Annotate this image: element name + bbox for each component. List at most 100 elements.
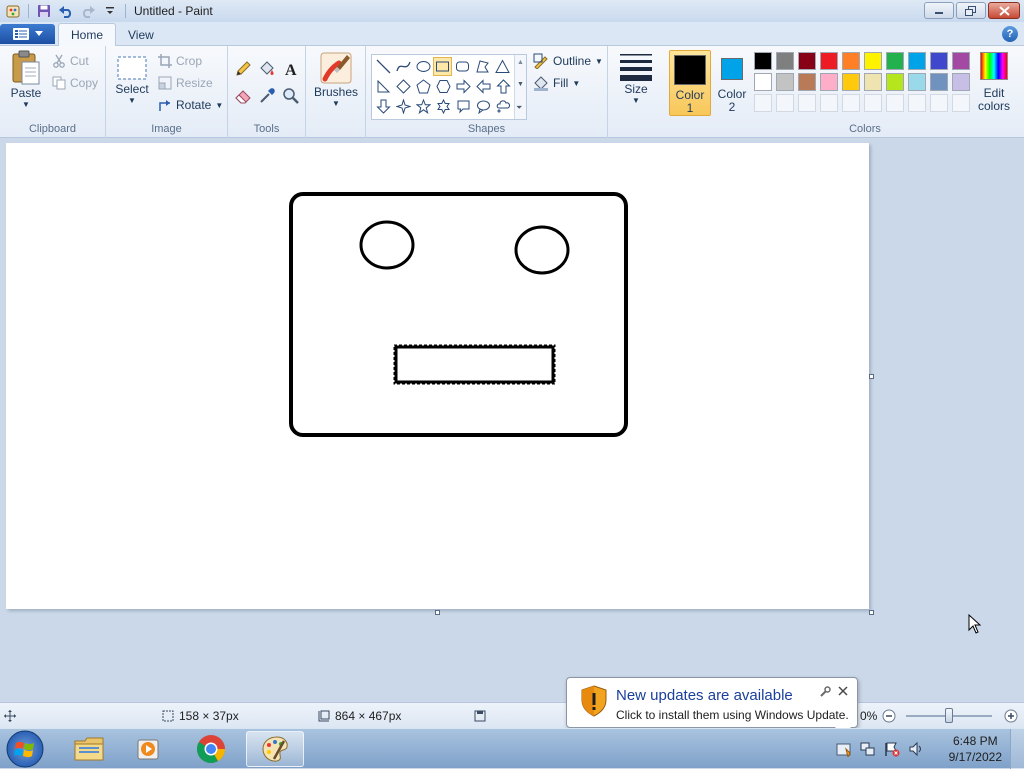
- four-point-star-shape-icon[interactable]: [394, 97, 413, 116]
- shapes-scrollbar[interactable]: ▲ ▼ ⏷: [514, 55, 526, 119]
- outline-button[interactable]: Outline ▼: [533, 52, 603, 70]
- color-swatch[interactable]: [842, 52, 860, 70]
- magnifier-icon[interactable]: [281, 86, 301, 106]
- color-swatch[interactable]: [908, 73, 926, 91]
- customize-toolbar-icon[interactable]: [101, 2, 119, 20]
- scroll-down-icon[interactable]: ▼: [517, 81, 524, 88]
- triangle-shape-icon[interactable]: [493, 57, 512, 76]
- oval-shape-icon[interactable]: [414, 57, 433, 76]
- rounded-rectangle-shape-icon[interactable]: [453, 57, 472, 76]
- close-button[interactable]: [988, 2, 1020, 19]
- network-icon[interactable]: [860, 741, 876, 757]
- color-swatch[interactable]: [798, 52, 816, 70]
- resize-handle-corner[interactable]: [869, 610, 874, 615]
- start-button[interactable]: [3, 730, 47, 768]
- pencil-icon[interactable]: [233, 59, 253, 79]
- taskbar-media-player[interactable]: [120, 731, 178, 767]
- help-icon[interactable]: ?: [1002, 26, 1018, 42]
- minimize-button[interactable]: [924, 2, 954, 19]
- taskbar-paint[interactable]: [246, 731, 304, 767]
- canvas-workspace[interactable]: [0, 139, 1024, 702]
- resize-handle-right[interactable]: [869, 374, 874, 379]
- oval-callout-shape-icon[interactable]: [474, 97, 493, 116]
- custom-color-slot[interactable]: [798, 94, 816, 112]
- cut-button[interactable]: Cut: [52, 52, 89, 70]
- custom-color-slot[interactable]: [754, 94, 772, 112]
- redo-icon[interactable]: [79, 2, 97, 20]
- paste-button[interactable]: Paste ▼: [6, 50, 46, 109]
- fill-button[interactable]: Fill ▼: [533, 74, 580, 92]
- color-swatch[interactable]: [820, 52, 838, 70]
- color-swatch[interactable]: [798, 73, 816, 91]
- selection-marquee[interactable]: [393, 344, 556, 385]
- color-swatch[interactable]: [864, 52, 882, 70]
- custom-color-slot[interactable]: [864, 94, 882, 112]
- color-swatch[interactable]: [776, 73, 794, 91]
- color-swatch[interactable]: [864, 73, 882, 91]
- tab-home[interactable]: Home: [58, 23, 117, 46]
- right-triangle-shape-icon[interactable]: [374, 77, 393, 96]
- resize-button[interactable]: Resize: [158, 74, 213, 92]
- scroll-up-icon[interactable]: ▲: [517, 59, 524, 66]
- copy-button[interactable]: Copy: [52, 74, 98, 92]
- color-swatch[interactable]: [754, 73, 772, 91]
- custom-color-slot[interactable]: [776, 94, 794, 112]
- hexagon-shape-icon[interactable]: [434, 77, 453, 96]
- color-swatch[interactable]: [842, 73, 860, 91]
- right-arrow-shape-icon[interactable]: [454, 77, 473, 96]
- taskbar-chrome[interactable]: [182, 731, 240, 767]
- action-center-icon[interactable]: [884, 741, 900, 757]
- resize-handle-bottom[interactable]: [435, 610, 440, 615]
- five-point-star-shape-icon[interactable]: [414, 97, 433, 116]
- select-button[interactable]: Select ▼: [112, 54, 152, 105]
- left-arrow-shape-icon[interactable]: [474, 77, 493, 96]
- color-swatch[interactable]: [776, 52, 794, 70]
- show-desktop-button[interactable]: [1010, 729, 1024, 769]
- eraser-icon[interactable]: [233, 86, 253, 106]
- custom-color-slot[interactable]: [842, 94, 860, 112]
- zoom-in-button[interactable]: [1004, 707, 1018, 725]
- taskbar-explorer[interactable]: [60, 731, 118, 767]
- custom-color-slot[interactable]: [908, 94, 926, 112]
- color-picker-icon[interactable]: [257, 86, 277, 106]
- notification-close-icon[interactable]: [837, 685, 849, 700]
- rotate-button[interactable]: Rotate ▼: [158, 96, 223, 114]
- curve-shape-icon[interactable]: [394, 57, 413, 76]
- update-tray-icon[interactable]: [836, 741, 852, 757]
- drawing-canvas[interactable]: [6, 143, 869, 609]
- color-swatch[interactable]: [952, 52, 970, 70]
- six-point-star-shape-icon[interactable]: [434, 97, 453, 116]
- diamond-shape-icon[interactable]: [394, 77, 413, 96]
- tab-view[interactable]: View: [116, 23, 166, 46]
- size-button[interactable]: Size ▼: [616, 52, 656, 105]
- color-swatch[interactable]: [930, 73, 948, 91]
- fill-icon[interactable]: [257, 59, 277, 79]
- custom-color-slot[interactable]: [820, 94, 838, 112]
- line-shape-icon[interactable]: [374, 57, 393, 76]
- color-swatch[interactable]: [930, 52, 948, 70]
- cloud-callout-shape-icon[interactable]: [494, 97, 513, 116]
- restore-button[interactable]: [956, 2, 986, 19]
- clock[interactable]: 6:48 PM 9/17/2022: [949, 733, 1002, 765]
- color-swatch[interactable]: [952, 73, 970, 91]
- down-arrow-shape-icon[interactable]: [374, 97, 393, 116]
- volume-icon[interactable]: [908, 741, 924, 757]
- custom-color-slot[interactable]: [930, 94, 948, 112]
- custom-color-slot[interactable]: [886, 94, 904, 112]
- zoom-slider-thumb[interactable]: [945, 708, 953, 723]
- text-icon[interactable]: A: [281, 59, 301, 79]
- pentagon-shape-icon[interactable]: [414, 77, 433, 96]
- notification-options-icon[interactable]: [819, 686, 831, 701]
- custom-color-slot[interactable]: [952, 94, 970, 112]
- edit-colors-button[interactable]: Edit colors: [974, 52, 1014, 118]
- brushes-button[interactable]: Brushes ▼: [314, 51, 358, 108]
- polygon-shape-icon[interactable]: [473, 57, 492, 76]
- paint-menu-button[interactable]: [0, 24, 55, 44]
- expand-gallery-icon[interactable]: ⏷: [516, 103, 522, 113]
- color-swatch[interactable]: [886, 73, 904, 91]
- crop-button[interactable]: Crop: [158, 52, 202, 70]
- color-swatch[interactable]: [820, 73, 838, 91]
- color-swatch[interactable]: [886, 52, 904, 70]
- color-swatch[interactable]: [908, 52, 926, 70]
- rounded-callout-shape-icon[interactable]: [454, 97, 473, 116]
